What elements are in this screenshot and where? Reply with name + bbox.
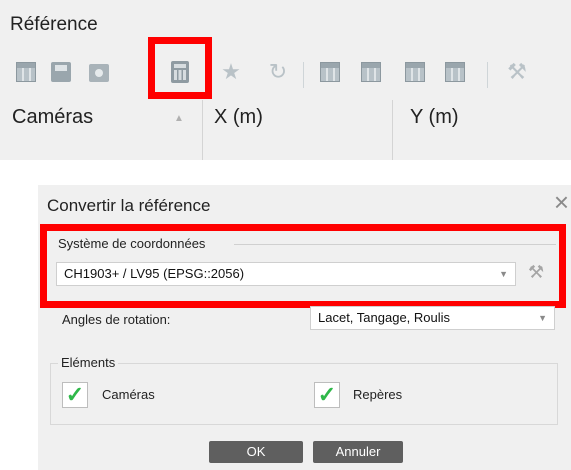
tools-icon[interactable]: ⚒ [504, 59, 530, 85]
ok-button[interactable]: OK [209, 441, 303, 463]
rotation-angles-select[interactable]: Lacet, Tangage, Roulis ▼ [310, 306, 555, 330]
toolbar: ★ ↻ ⚒ [0, 52, 571, 98]
column-header-cameras[interactable]: Caméras [12, 106, 93, 129]
sort-ascending-icon: ▲ [174, 113, 184, 124]
rotation-angles-value: Lacet, Tangage, Roulis [318, 310, 451, 325]
highlight-box-coordinate-system [40, 224, 566, 308]
column-header-x[interactable]: X (m) [214, 106, 263, 129]
check-icon: ✓ [317, 382, 337, 407]
star-icon[interactable]: ★ [218, 59, 244, 85]
view-errors-icon[interactable] [317, 59, 343, 85]
check-icon: ✓ [65, 382, 85, 407]
rotation-angles-label: Angles de rotation: [62, 312, 171, 327]
column-header-y[interactable]: Y (m) [410, 106, 459, 129]
elements-group-label: Eléments [58, 355, 119, 370]
markers-label: Repères [353, 387, 403, 402]
column-divider [392, 100, 393, 160]
cancel-button[interactable]: Annuler [313, 441, 403, 463]
highlight-box-calculator [148, 37, 212, 99]
view-warnings-icon[interactable] [358, 59, 384, 85]
view-text-icon[interactable] [442, 59, 468, 85]
refresh-icon[interactable]: ↻ [265, 59, 291, 85]
toolbar-separator [303, 62, 304, 88]
dialog-title: Convertir la référence [47, 196, 211, 215]
toolbar-separator [487, 62, 488, 88]
camera-reference-icon[interactable] [86, 59, 112, 85]
close-icon[interactable]: × [554, 189, 569, 215]
reference-panel: Référence ★ ↻ ⚒ Caméras ▲ X (m) Y (m) [0, 0, 571, 160]
panel-title: Référence [10, 14, 98, 35]
cameras-checkbox[interactable]: ✓ [62, 382, 88, 408]
chevron-down-icon: ▼ [538, 313, 547, 323]
markers-checkbox[interactable]: ✓ [314, 382, 340, 408]
view-info-icon[interactable] [402, 59, 428, 85]
save-reference-icon[interactable] [48, 59, 74, 85]
column-divider [202, 100, 203, 160]
import-reference-icon[interactable] [13, 59, 39, 85]
cameras-label: Caméras [102, 387, 155, 402]
